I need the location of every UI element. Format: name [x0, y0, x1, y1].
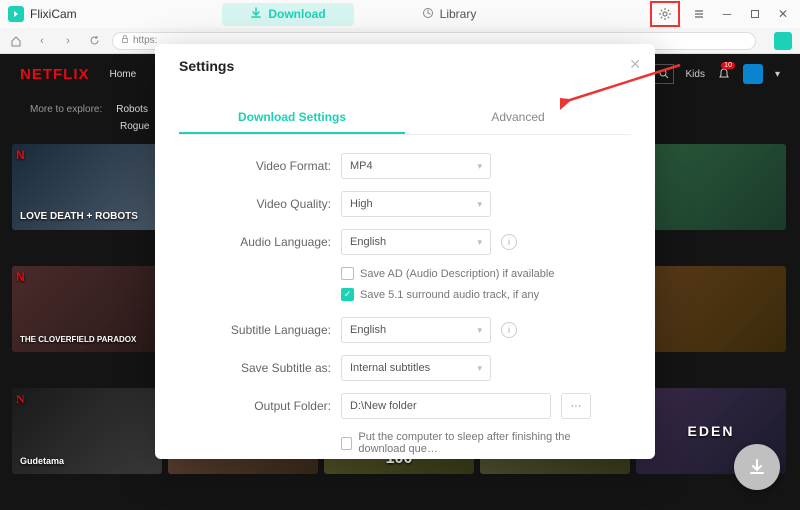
video-format-label: Video Format:: [201, 159, 331, 173]
titlebar: FlixiCam Download Library ─ ✕: [0, 0, 800, 28]
sleep-checkbox[interactable]: [341, 437, 352, 450]
download-icon: [250, 7, 262, 22]
close-icon[interactable]: ✕: [629, 56, 641, 73]
tab-library-label: Library: [440, 7, 477, 21]
save-ad-label: Save AD (Audio Description) if available: [360, 268, 554, 280]
hamburger-icon[interactable]: [690, 5, 708, 23]
chevron-down-icon: ▾: [477, 161, 482, 172]
notification-badge: 10: [721, 62, 735, 69]
app-name: FlixiCam: [30, 7, 77, 21]
row-video-quality: Video Quality: High ▾: [201, 191, 609, 217]
clock-icon: [422, 7, 434, 22]
row-save-51: ✓ Save 5.1 surround audio track, if any: [341, 288, 609, 301]
chevron-down-icon: ▾: [477, 199, 482, 210]
chevron-down-icon: ▾: [477, 325, 482, 336]
save-51-label: Save 5.1 surround audio track, if any: [360, 289, 539, 301]
video-format-select[interactable]: MP4 ▾: [341, 153, 491, 179]
row-sleep: Put the computer to sleep after finishin…: [341, 431, 609, 455]
bell-icon[interactable]: 10: [717, 66, 731, 83]
output-folder-input[interactable]: D:\New folder: [341, 393, 551, 419]
audio-language-select[interactable]: English ▾: [341, 229, 491, 255]
gear-icon[interactable]: [656, 5, 674, 23]
info-icon[interactable]: i: [501, 322, 517, 338]
avatar[interactable]: [743, 64, 763, 84]
explore-item[interactable]: Robots: [116, 104, 148, 115]
tab-download-settings[interactable]: Download Settings: [179, 102, 405, 134]
row-save-ad: Save AD (Audio Description) if available: [341, 267, 609, 280]
settings-dialog: Settings ✕ Download Settings Advanced Vi…: [155, 44, 655, 459]
save-subtitle-as-select[interactable]: Internal subtitles ▾: [341, 355, 491, 381]
subtitle-language-label: Subtitle Language:: [201, 323, 331, 337]
forward-icon[interactable]: ›: [60, 33, 76, 49]
save-ad-checkbox[interactable]: [341, 267, 354, 280]
explore-item[interactable]: Rogue: [120, 121, 149, 132]
settings-tabs: Download Settings Advanced: [179, 102, 631, 135]
explore-label: More to explore:: [30, 104, 102, 115]
sleep-label: Put the computer to sleep after finishin…: [358, 431, 609, 455]
row-output-folder: Output Folder: D:\New folder ···: [201, 393, 609, 419]
url-text: https:: [133, 35, 157, 46]
subtitle-language-select[interactable]: English ▾: [341, 317, 491, 343]
browse-button[interactable]: ···: [561, 393, 591, 419]
download-fab[interactable]: [734, 444, 780, 490]
save-51-checkbox[interactable]: ✓: [341, 288, 354, 301]
lock-icon: [121, 35, 129, 46]
row-video-format: Video Format: MP4 ▾: [201, 153, 609, 179]
titlebar-tabs: Download Library: [77, 3, 650, 26]
tile-love-death-robots[interactable]: LOVE DEATH + ROBOTS: [12, 144, 162, 230]
tab-download-label: Download: [268, 7, 325, 21]
output-folder-label: Output Folder:: [201, 399, 331, 413]
netflix-search-icon[interactable]: [654, 64, 674, 84]
row-audio-language: Audio Language: English ▾ i: [201, 229, 609, 255]
home-icon[interactable]: [8, 33, 24, 49]
settings-form: Video Format: MP4 ▾ Video Quality: High …: [179, 135, 631, 455]
speedup-icon[interactable]: [774, 32, 792, 50]
netflix-right: Kids 10 ▾: [654, 64, 780, 84]
chevron-down-icon: ▾: [477, 237, 482, 248]
reload-icon[interactable]: [86, 33, 102, 49]
row-subtitle-language: Subtitle Language: English ▾ i: [201, 317, 609, 343]
netflix-logo[interactable]: NETFLIX: [20, 66, 90, 83]
tile-item[interactable]: [636, 144, 786, 230]
video-quality-label: Video Quality:: [201, 197, 331, 211]
netflix-nav-home[interactable]: Home: [110, 69, 137, 80]
chevron-down-icon[interactable]: ▾: [775, 69, 780, 80]
audio-language-label: Audio Language:: [201, 235, 331, 249]
tab-advanced[interactable]: Advanced: [405, 102, 631, 134]
minimize-button[interactable]: ─: [718, 5, 736, 23]
tile-item[interactable]: [636, 266, 786, 352]
dialog-title: Settings: [179, 58, 631, 74]
window-controls: ─ ✕: [650, 1, 792, 27]
tab-download[interactable]: Download: [222, 3, 353, 26]
tile-gudetama[interactable]: Gudetama: [12, 388, 162, 474]
gear-highlight-box: [650, 1, 680, 27]
maximize-button[interactable]: [746, 5, 764, 23]
close-button[interactable]: ✕: [774, 5, 792, 23]
tile-cloverfield[interactable]: THE CLOVERFIELD PARADOX: [12, 266, 162, 352]
save-subtitle-as-label: Save Subtitle as:: [201, 361, 331, 375]
chevron-down-icon: ▾: [477, 363, 482, 374]
row-save-subtitle-as: Save Subtitle as: Internal subtitles ▾: [201, 355, 609, 381]
netflix-kids-link[interactable]: Kids: [686, 69, 705, 80]
info-icon[interactable]: i: [501, 234, 517, 250]
back-icon[interactable]: ‹: [34, 33, 50, 49]
tab-library[interactable]: Library: [394, 3, 505, 26]
video-quality-select[interactable]: High ▾: [341, 191, 491, 217]
app-logo-icon: [8, 6, 24, 22]
